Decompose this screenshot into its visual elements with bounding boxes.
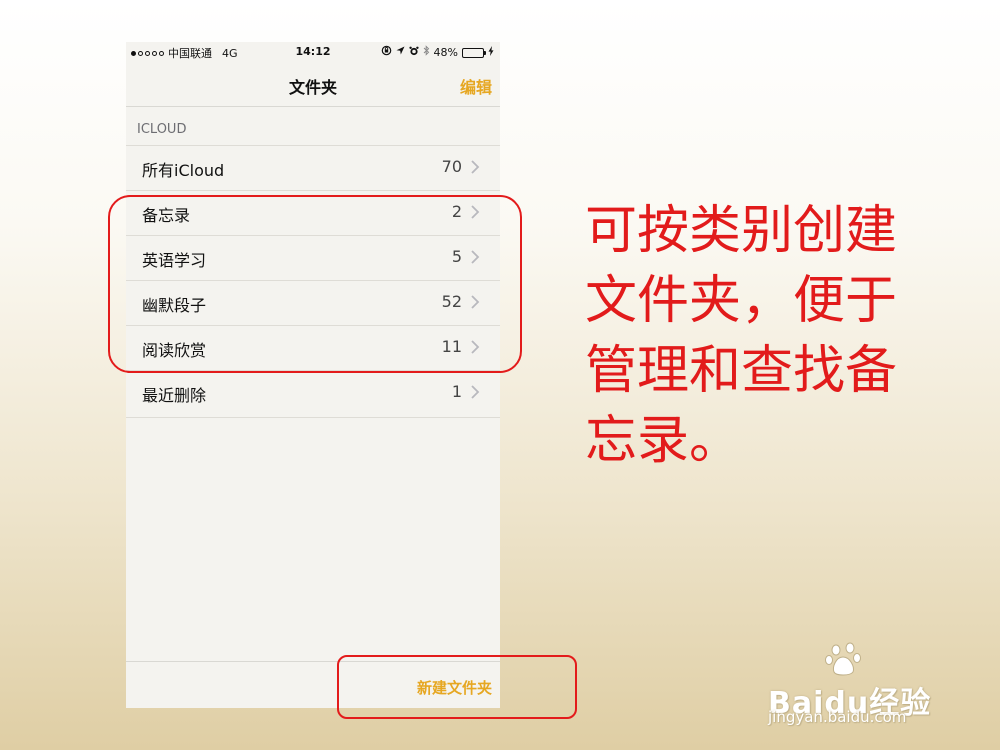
battery-icon [462,47,486,58]
baidu-watermark: Baidu经验 jingyan.baidu.com [768,640,978,730]
folder-label: 最近删除 [142,386,207,405]
watermark-url: jingyan.baidu.com [768,708,907,726]
battery-percent: 48% [433,46,458,59]
charging-icon [488,45,494,60]
folder-count: 1 [451,382,462,401]
status-bar: 中国联通 4G 14:12 48% [126,42,500,62]
folder-row-recently-deleted[interactable]: 最近删除 1 [126,371,500,418]
folder-label: 所有iCloud [142,161,225,180]
chevron-right-icon [471,385,480,399]
chevron-right-icon [471,160,480,174]
folder-row-all-icloud[interactable]: 所有iCloud 70 [126,146,500,191]
phone-screen: 中国联通 4G 14:12 48% 文件夹 编辑 ICLOUD 所有iCloud… [126,42,500,708]
page-title: 文件夹 [288,78,337,97]
orientation-lock-icon [381,45,392,60]
annotation-highlight-new-folder [337,655,577,719]
annotation-caption: 可按类别创建文件夹，便于管理和查找备忘录。 [585,201,898,471]
status-right: 48% [381,45,494,60]
annotation-highlight-folders [108,195,522,373]
baidu-paw-logo-icon [825,642,861,676]
navigation-bar: 文件夹 编辑 [126,62,500,107]
section-header-icloud: ICLOUD [137,122,187,137]
alarm-icon [408,46,419,60]
folder-count: 70 [441,157,462,176]
location-icon [396,46,405,60]
edit-button[interactable]: 编辑 [460,74,492,98]
bluetooth-icon [423,45,430,60]
